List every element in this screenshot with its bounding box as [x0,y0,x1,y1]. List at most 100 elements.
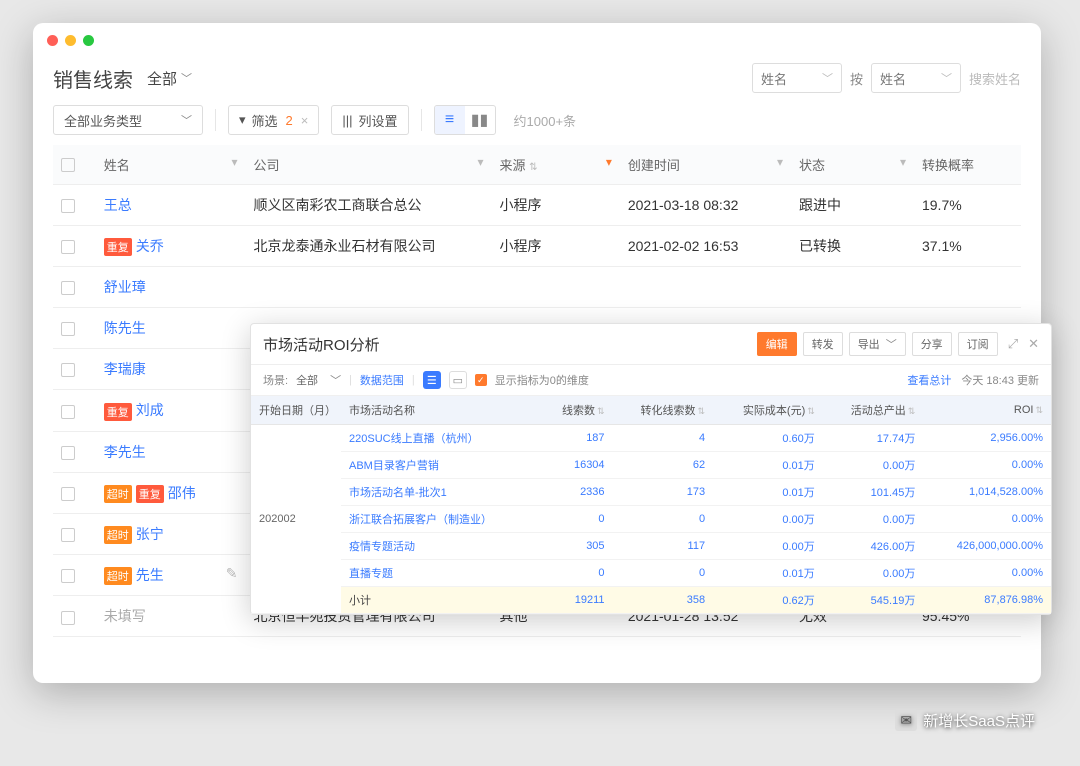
chevron-down-icon: ﹀ [181,70,192,86]
row-checkbox[interactable] [61,446,75,460]
lead-name-link[interactable]: 李先生 [104,444,146,460]
lead-name-link[interactable]: 刘成 [136,402,164,418]
lead-name-link[interactable]: 邵伟 [168,485,196,501]
lead-name-link[interactable]: 李瑞康 [104,361,146,377]
search-field-select-2[interactable]: 姓名﹀ [871,63,961,93]
roi-expand-icon[interactable]: ⤢ [1008,336,1018,352]
filter-icon: ▾ [231,155,237,169]
filter-icon: ▾ [477,155,483,169]
watermark: ✉ 新增长SaaS点评 [895,709,1035,731]
lead-name-link[interactable]: 陈先生 [104,320,146,336]
lead-name-link[interactable]: 未填写 [104,608,146,624]
table-row[interactable]: 舒业璋 [53,267,1021,308]
search-by-label: 按 [850,69,863,88]
row-checkbox[interactable] [61,569,75,583]
activity-name-link[interactable]: 浙江联合拓展客户（制造业） [341,506,539,533]
table-row[interactable]: 重复关乔 北京龙泰通永业石材有限公司 小程序 2021-02-02 16:53 … [53,226,1021,267]
select-all-checkbox[interactable] [61,158,75,172]
col-rate[interactable]: 转换概率 [914,145,1021,185]
chevron-down-icon: ﹀ [822,70,833,86]
row-checkbox[interactable] [61,199,75,213]
lead-name-link[interactable]: 王总 [104,197,132,213]
roi-share-button[interactable]: 分享 [912,332,952,356]
scope-dropdown[interactable]: 全部﹀ [147,68,192,89]
overdue-tag: 超时 [104,567,132,585]
roi-forward-button[interactable]: 转发 [803,332,843,356]
wechat-icon: ✉ [895,709,917,731]
row-checkbox[interactable] [61,240,75,254]
columns-icon: ||| [342,113,352,128]
data-scope-link[interactable]: 数据范围 [360,372,404,388]
roi-row[interactable]: ABM目录客户营销 16304620.01万0.00万0.00% [251,452,1051,479]
lead-name-link[interactable]: 舒业璋 [104,279,146,295]
lead-name-link[interactable]: 先生 [136,567,164,583]
chevron-down-icon: ﹀ [181,112,192,128]
list-view-button[interactable]: ≡ [435,106,465,134]
filter-icon: ▾ [239,112,246,128]
page-title: 销售线索 [53,64,133,93]
duplicate-tag: 重复 [104,238,132,256]
activity-name-link[interactable]: 市场活动名单-批次1 [341,479,539,506]
close-icon[interactable]: × [301,113,309,128]
roi-row[interactable]: 疫情专题活动 3051170.00万426.00万426,000,000.00% [251,533,1051,560]
roi-col-name: 市场活动名称 [341,396,539,425]
sort-icon: ⇅ [529,162,537,173]
col-status[interactable]: 状态▾ [791,145,914,185]
roi-row[interactable]: 市场活动名单-批次1 23361730.01万101.45万1,014,528.… [251,479,1051,506]
roi-subtotal-row: 小计192113580.62万545.19万87,876.98% [251,587,1051,614]
lead-name-link[interactable]: 张宁 [136,526,164,542]
minimize-icon[interactable] [65,35,76,46]
chart-view-icon[interactable]: ▭ [449,371,467,389]
roi-table: 开始日期（月） 市场活动名称 线索数⇅ 转化线索数⇅ 实际成本(元)⇅ 活动总产… [251,396,1051,614]
roi-col-roi: ROI⇅ [923,396,1051,425]
lead-name-link[interactable]: 关乔 [136,238,164,254]
row-checkbox[interactable] [61,487,75,501]
row-checkbox[interactable] [61,611,75,625]
row-checkbox[interactable] [61,528,75,542]
roi-close-icon[interactable]: ✕ [1028,336,1039,352]
roi-export-button[interactable]: 导出﹀ [849,332,906,356]
col-source[interactable]: 来源 ⇅▾ [492,145,620,185]
activity-name-link[interactable]: 直播专题 [341,560,539,587]
row-checkbox[interactable] [61,322,75,336]
view-toggle: ≡ ▮▮ [434,105,496,135]
filter-icon: ▾ [900,155,906,169]
roi-col-leads: 线索数⇅ [539,396,612,425]
column-settings-button[interactable]: |||列设置 [331,105,408,135]
activity-name-link[interactable]: 220SUC线上直播（杭州） [341,425,539,452]
table-row[interactable]: 王总 顺义区南彩农工商联合总公 小程序 2021-03-18 08:32 跟进中… [53,185,1021,226]
roi-row[interactable]: 直播专题 000.01万0.00万0.00% [251,560,1051,587]
overdue-tag: 超时 [104,526,132,544]
row-checkbox[interactable] [61,405,75,419]
roi-row[interactable]: 202002 220SUC线上直播（杭州） 18740.60万17.74万2,9… [251,425,1051,452]
window-controls [33,23,1041,58]
show-zero-checkbox[interactable]: ✓ [475,374,487,386]
roi-edit-button[interactable]: 编辑 [757,332,797,356]
table-view-icon[interactable]: ☰ [423,371,441,389]
roi-subscribe-button[interactable]: 订阅 [958,332,998,356]
filter-button[interactable]: ▾筛选2× [228,105,319,135]
result-count: 约1000+条 [514,111,577,130]
roi-title: 市场活动ROI分析 [263,334,380,355]
roi-row[interactable]: 浙江联合拓展客户（制造业） 000.00万0.00万0.00% [251,506,1051,533]
roi-col-month: 开始日期（月） [251,396,341,425]
search-input[interactable]: 搜索姓名 [969,63,1021,93]
biz-type-select[interactable]: 全部业务类型﹀ [53,105,203,135]
search-field-select-1[interactable]: 姓名﹀ [752,63,842,93]
row-checkbox[interactable] [61,363,75,377]
edit-icon[interactable]: ✎ [226,565,238,582]
col-company[interactable]: 公司▾ [246,145,492,185]
close-icon[interactable] [47,35,58,46]
activity-name-link[interactable]: 疫情专题活动 [341,533,539,560]
row-checkbox[interactable] [61,281,75,295]
roi-col-conv: 转化线索数⇅ [613,396,714,425]
roi-col-cost: 实际成本(元)⇅ [713,396,823,425]
activity-name-link[interactable]: ABM目录客户营销 [341,452,539,479]
col-name[interactable]: 姓名▾ [96,145,246,185]
maximize-icon[interactable] [83,35,94,46]
col-created[interactable]: 创建时间▾ [620,145,791,185]
overdue-tag: 超时 [104,485,132,503]
card-view-button[interactable]: ▮▮ [465,106,495,134]
view-total-link[interactable]: 查看总计 [907,372,951,388]
chevron-down-icon: ﹀ [941,70,952,86]
